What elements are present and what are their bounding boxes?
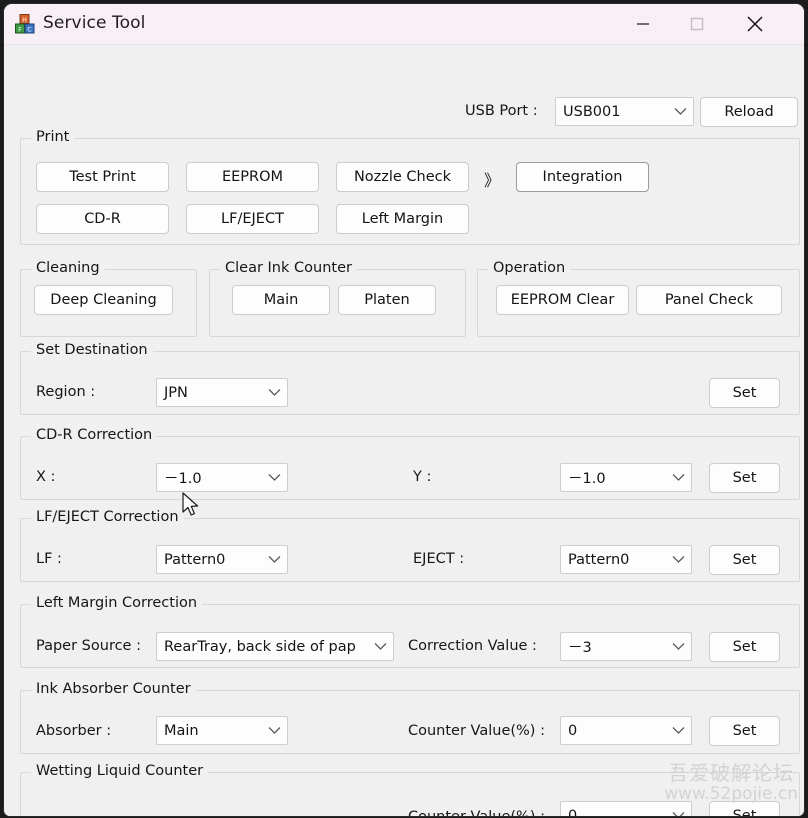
minimize-button[interactable]: [620, 4, 666, 44]
panel-check-button[interactable]: Panel Check: [636, 285, 782, 315]
integration-button[interactable]: Integration: [516, 162, 649, 192]
ink-absorber-counter-value-select[interactable]: 0: [560, 716, 692, 745]
maximize-button[interactable]: [674, 4, 720, 44]
window-title: Service Tool: [43, 13, 146, 33]
eject-value: Pattern0: [568, 551, 630, 568]
client-area: USB Port : USB001 Reload Print Test Prin…: [4, 45, 804, 816]
left-margin-correction-value-select[interactable]: －3: [560, 632, 692, 661]
maximize-icon: [690, 17, 704, 31]
left-margin-correction-set-button[interactable]: Set: [709, 632, 780, 662]
cdr-correction-set-button[interactable]: Set: [709, 463, 780, 493]
close-icon: [746, 15, 764, 33]
usb-port-label: USB Port :: [465, 103, 538, 119]
wetting-liquid-counter-value-select[interactable]: 0: [560, 801, 692, 816]
cdr-y-select[interactable]: －1.0: [560, 463, 692, 492]
paper-source-label: Paper Source :: [36, 638, 141, 654]
left-margin-correction-value-label: Correction Value :: [408, 638, 537, 654]
paper-source-value: RearTray, back side of pap: [164, 638, 356, 655]
usb-port-value: USB001: [563, 103, 621, 120]
lf-eject-correction-group-title: LF/EJECT Correction: [31, 509, 184, 525]
svg-text:H: H: [22, 17, 27, 24]
close-button[interactable]: [732, 4, 778, 44]
clear-ink-counter-group-title: Clear Ink Counter: [220, 260, 357, 276]
ink-absorber-counter-value: 0: [568, 722, 578, 739]
wetting-liquid-counter-value: 0: [568, 807, 578, 817]
operation-group-title: Operation: [488, 260, 571, 276]
paper-source-select[interactable]: RearTray, back side of pap: [156, 632, 394, 661]
region-select[interactable]: JPN: [156, 378, 288, 407]
test-print-button[interactable]: Test Print: [36, 162, 169, 192]
svg-text:F: F: [18, 26, 22, 33]
set-destination-group: Set Destination: [20, 342, 800, 415]
set-destination-set-button[interactable]: Set: [709, 378, 780, 408]
chevron-down-icon: [667, 107, 693, 116]
chevron-down-icon: [261, 473, 287, 482]
nozzle-check-button[interactable]: Nozzle Check: [336, 162, 469, 192]
eeprom-button[interactable]: EEPROM: [186, 162, 319, 192]
minimize-icon: [636, 17, 650, 31]
cdr-y-value: －1.0: [568, 471, 606, 487]
cleaning-group-title: Cleaning: [31, 260, 105, 276]
chevron-down-icon: [665, 555, 691, 564]
chevron-down-icon: [261, 726, 287, 735]
eject-select[interactable]: Pattern0: [560, 545, 692, 574]
chevron-down-icon: [261, 555, 287, 564]
cdr-x-label: X :: [36, 469, 56, 485]
chevron-down-icon: [665, 642, 691, 651]
eject-label: EJECT :: [413, 551, 465, 567]
lf-eject-button[interactable]: LF/EJECT: [186, 204, 319, 234]
cdr-button[interactable]: CD-R: [36, 204, 169, 234]
clear-ink-main-button[interactable]: Main: [232, 285, 330, 315]
chevron-down-icon: [665, 473, 691, 482]
left-margin-button[interactable]: Left Margin: [336, 204, 469, 234]
absorber-value: Main: [164, 722, 199, 739]
cdr-y-label: Y :: [413, 469, 432, 485]
eeprom-clear-button[interactable]: EEPROM Clear: [496, 285, 629, 315]
lf-value: Pattern0: [164, 551, 226, 568]
region-label: Region :: [36, 384, 96, 400]
chevron-down-icon: [665, 726, 691, 735]
print-group-title: Print: [31, 129, 75, 145]
ink-absorber-counter-group-title: Ink Absorber Counter: [31, 681, 196, 697]
chevron-down-icon: [665, 811, 691, 816]
region-value: JPN: [164, 384, 188, 401]
left-margin-correction-value: －3: [568, 640, 592, 656]
wetting-liquid-counter-group-title: Wetting Liquid Counter: [31, 763, 209, 779]
title-bar: H F C Service Tool: [4, 4, 804, 45]
absorber-label: Absorber :: [36, 723, 112, 739]
wetting-liquid-counter-set-button[interactable]: Set: [709, 801, 780, 816]
wetting-liquid-counter-value-label: Counter Value(%) :: [408, 809, 545, 816]
service-tool-window: H F C Service Tool USB Port: USB001 Rel…: [4, 4, 804, 816]
ink-absorber-counter-set-button[interactable]: Set: [709, 716, 780, 746]
blocks-icon: H F C: [14, 13, 36, 35]
reload-button[interactable]: Reload: [700, 97, 798, 127]
deep-cleaning-button[interactable]: Deep Cleaning: [34, 285, 173, 315]
cdr-x-value: －1.0: [164, 471, 202, 487]
left-margin-correction-group-title: Left Margin Correction: [31, 595, 203, 611]
cdr-x-select[interactable]: －1.0: [156, 463, 288, 492]
lf-label: LF :: [36, 551, 62, 567]
usb-port-select[interactable]: USB001: [555, 97, 694, 126]
forward-chevrons-icon: 》: [484, 171, 501, 190]
set-destination-group-title: Set Destination: [31, 342, 153, 358]
clear-ink-platen-button[interactable]: Platen: [338, 285, 436, 315]
lf-eject-correction-set-button[interactable]: Set: [709, 545, 780, 575]
ink-absorber-counter-value-label: Counter Value(%) :: [408, 723, 545, 739]
chevron-down-icon: [367, 642, 393, 651]
absorber-select[interactable]: Main: [156, 716, 288, 745]
lf-select[interactable]: Pattern0: [156, 545, 288, 574]
svg-text:C: C: [27, 26, 31, 33]
chevron-down-icon: [261, 388, 287, 397]
cdr-correction-group-title: CD-R Correction: [31, 427, 158, 443]
